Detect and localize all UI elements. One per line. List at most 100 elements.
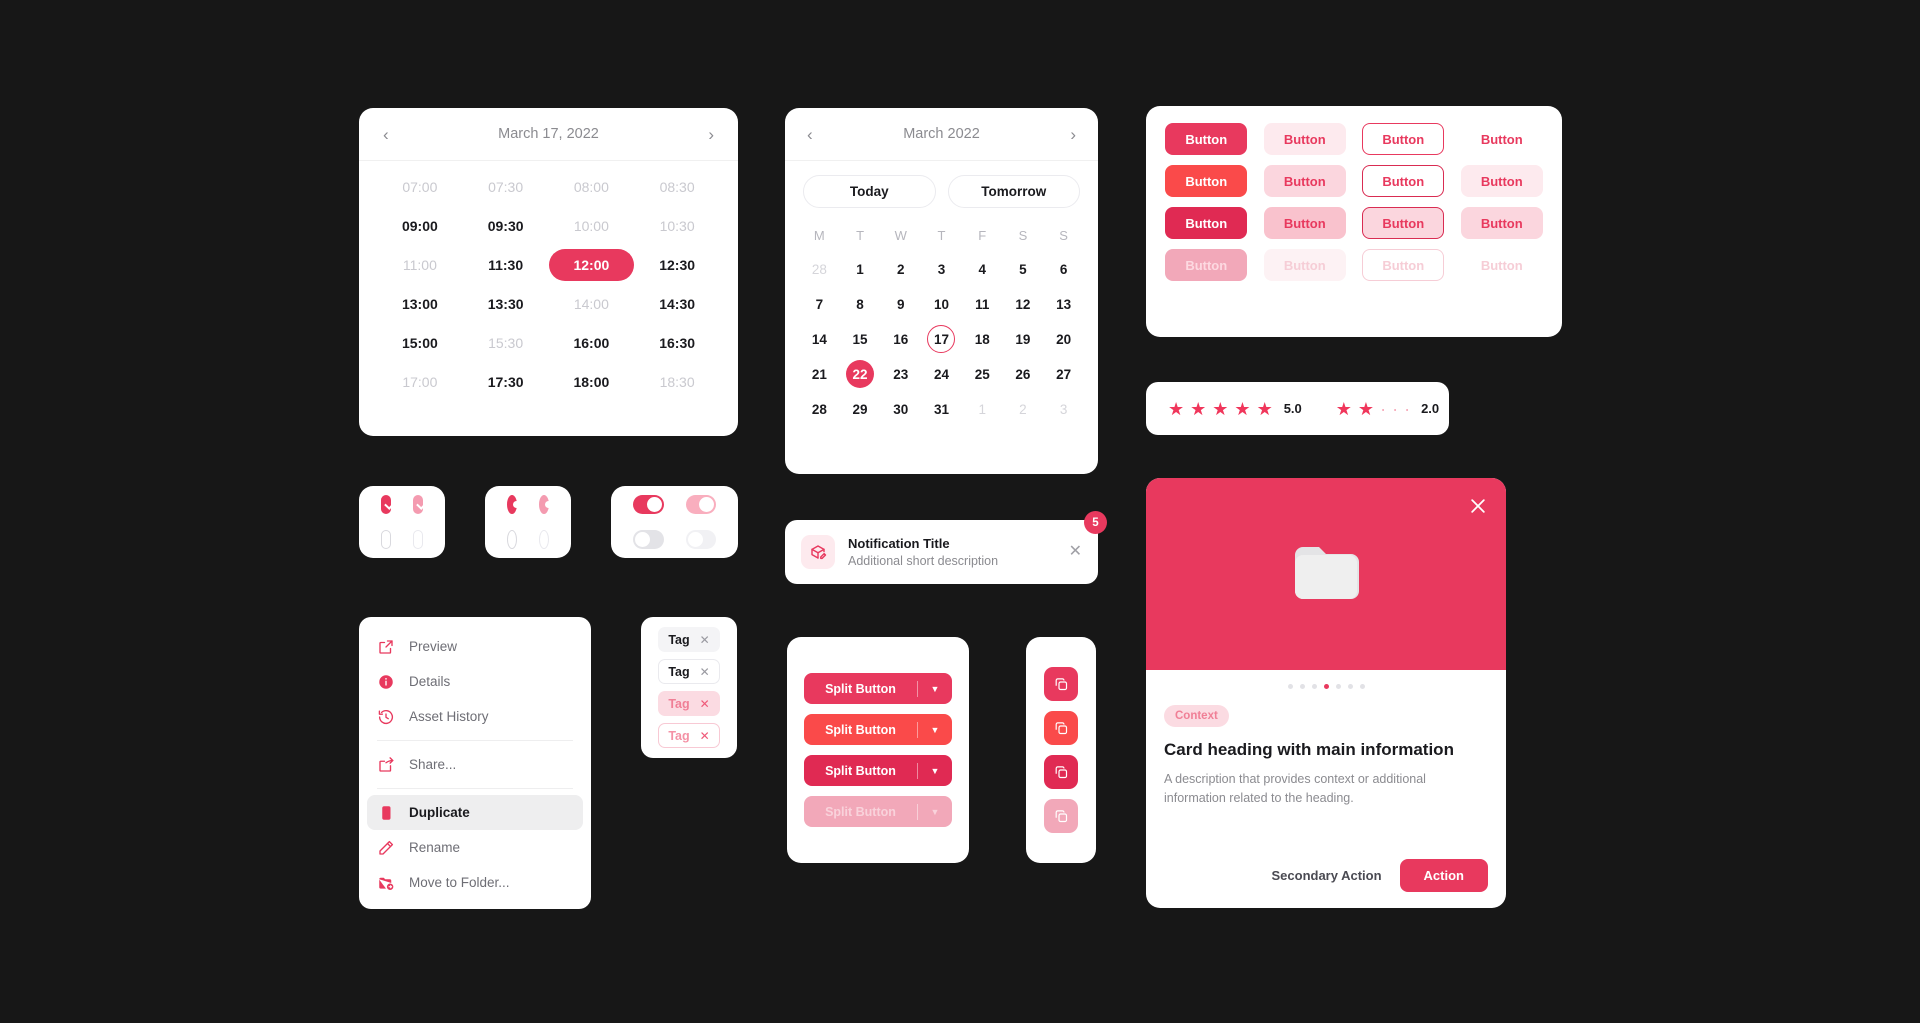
calendar-day[interactable]: 11 (968, 290, 996, 318)
chevron-right-icon[interactable]: › (1070, 126, 1076, 143)
calendar-day[interactable]: 16 (887, 325, 915, 353)
calendar-day[interactable]: 2 (1009, 395, 1037, 423)
checkbox-unchecked-disabled[interactable] (413, 530, 423, 549)
menu-item-rename[interactable]: Rename (367, 830, 583, 865)
close-icon[interactable]: ✕ (700, 665, 710, 679)
tag-default[interactable]: Tag ✕ (658, 627, 720, 652)
calendar-day[interactable]: 20 (1050, 325, 1078, 353)
caret-down-icon[interactable]: ▼ (918, 766, 952, 776)
button-solid-hover[interactable]: Button (1165, 165, 1248, 197)
calendar-day[interactable]: 4 (968, 255, 996, 283)
calendar-day[interactable]: 22 (846, 360, 875, 388)
calendar-day[interactable]: 6 (1050, 255, 1078, 283)
button-ghost-default[interactable]: Button (1461, 123, 1543, 155)
calendar-day[interactable]: 25 (968, 360, 996, 388)
caret-down-icon[interactable]: ▼ (918, 684, 952, 694)
carousel-dot[interactable] (1359, 684, 1365, 689)
tag-soft-outline[interactable]: Tag ✕ (658, 723, 720, 748)
switch-off[interactable] (633, 530, 664, 549)
button-ghost-active[interactable]: Button (1460, 207, 1543, 239)
button-outline-hover[interactable]: Button (1362, 165, 1445, 197)
time-slot[interactable]: 11:30 (463, 249, 549, 281)
chevron-right-icon[interactable]: › (708, 126, 714, 143)
button-soft-active[interactable]: Button (1263, 207, 1346, 239)
calendar-day[interactable]: 29 (846, 395, 874, 423)
calendar-day[interactable]: 19 (1009, 325, 1037, 353)
time-slot[interactable]: 12:00 (548, 249, 635, 281)
carousel-dot[interactable] (1323, 684, 1329, 689)
radio-unselected[interactable] (507, 530, 517, 549)
carousel-dot[interactable] (1347, 684, 1353, 689)
calendar-day[interactable]: 23 (887, 360, 915, 388)
calendar-day[interactable]: 30 (887, 395, 915, 423)
calendar-day[interactable]: 12 (1009, 290, 1037, 318)
chevron-left-icon[interactable]: ‹ (807, 126, 813, 143)
carousel-dot[interactable] (1299, 684, 1305, 689)
checkbox-unchecked[interactable] (381, 530, 391, 549)
button-outline-default[interactable]: Button (1362, 123, 1445, 155)
menu-item-move-to-folder[interactable]: Move to Folder... (367, 865, 583, 900)
close-icon[interactable]: ✕ (700, 697, 710, 711)
radio-selected-disabled[interactable] (539, 495, 552, 514)
time-slot[interactable]: 13:00 (377, 288, 463, 320)
carousel-dots[interactable] (1164, 670, 1488, 705)
time-slot[interactable]: 09:30 (463, 210, 549, 242)
tomorrow-button[interactable]: Tomorrow (947, 175, 1080, 208)
icon-button-active[interactable] (1044, 755, 1078, 789)
carousel-dot[interactable] (1335, 684, 1341, 689)
calendar-day[interactable]: 3 (1050, 395, 1078, 423)
switch-on-disabled[interactable] (685, 495, 716, 514)
calendar-day[interactable]: 21 (805, 360, 833, 388)
icon-button-default[interactable] (1044, 667, 1078, 701)
switch-on[interactable] (633, 495, 664, 514)
close-icon[interactable] (1468, 496, 1488, 521)
calendar-day[interactable]: 3 (927, 255, 955, 283)
checkbox-checked-disabled[interactable] (413, 495, 423, 514)
calendar-day[interactable]: 8 (846, 290, 874, 318)
rating-2[interactable]: ★ ★ · · · 2.0 (1336, 400, 1439, 418)
menu-item-asset-history[interactable]: Asset History (367, 699, 583, 734)
calendar-day[interactable]: 2 (887, 255, 915, 283)
checkbox-checked[interactable] (381, 495, 391, 514)
menu-item-share[interactable]: Share... (367, 747, 583, 782)
calendar-day[interactable]: 1 (968, 395, 996, 423)
caret-down-icon[interactable]: ▼ (918, 807, 952, 817)
caret-down-icon[interactable]: ▼ (918, 725, 952, 735)
radio-selected[interactable] (507, 495, 520, 514)
tag-outline[interactable]: Tag ✕ (658, 659, 720, 684)
calendar-day[interactable]: 10 (927, 290, 955, 318)
tag-soft[interactable]: Tag ✕ (658, 691, 720, 716)
split-button-default[interactable]: Split Button ▼ (804, 673, 952, 704)
switch-off-disabled[interactable] (685, 530, 716, 549)
radio-unselected-disabled[interactable] (539, 530, 549, 549)
menu-item-preview[interactable]: Preview (367, 629, 583, 664)
button-soft-hover[interactable]: Button (1263, 165, 1346, 197)
calendar-day[interactable]: 17 (927, 325, 956, 353)
chevron-left-icon[interactable]: ‹ (383, 126, 389, 143)
calendar-day[interactable]: 13 (1050, 290, 1078, 318)
close-icon[interactable]: ✕ (700, 633, 710, 647)
calendar-day[interactable]: 28 (805, 255, 833, 283)
button-solid-default[interactable]: Button (1165, 123, 1248, 155)
close-icon[interactable]: ✕ (1069, 544, 1082, 560)
calendar-day[interactable]: 14 (805, 325, 833, 353)
rating-5[interactable]: ★ ★ ★ ★ ★ 5.0 (1168, 400, 1302, 418)
carousel-dot[interactable] (1311, 684, 1317, 689)
close-icon[interactable]: ✕ (700, 729, 710, 743)
menu-item-details[interactable]: Details (367, 664, 583, 699)
calendar-day[interactable]: 28 (805, 395, 833, 423)
calendar-day[interactable]: 1 (846, 255, 874, 283)
time-slot[interactable]: 14:30 (634, 288, 720, 320)
calendar-day[interactable]: 15 (846, 325, 874, 353)
primary-action-button[interactable]: Action (1399, 859, 1488, 892)
time-slot[interactable]: 16:30 (634, 327, 720, 359)
calendar-day[interactable]: 26 (1009, 360, 1037, 388)
calendar-day[interactable]: 24 (927, 360, 955, 388)
calendar-day[interactable]: 5 (1009, 255, 1037, 283)
button-solid-active[interactable]: Button (1165, 207, 1248, 239)
time-slot[interactable]: 13:30 (463, 288, 549, 320)
calendar-day[interactable]: 9 (887, 290, 915, 318)
button-outline-active[interactable]: Button (1362, 207, 1445, 239)
split-button-active[interactable]: Split Button ▼ (804, 755, 952, 786)
button-ghost-hover[interactable]: Button (1460, 165, 1543, 197)
